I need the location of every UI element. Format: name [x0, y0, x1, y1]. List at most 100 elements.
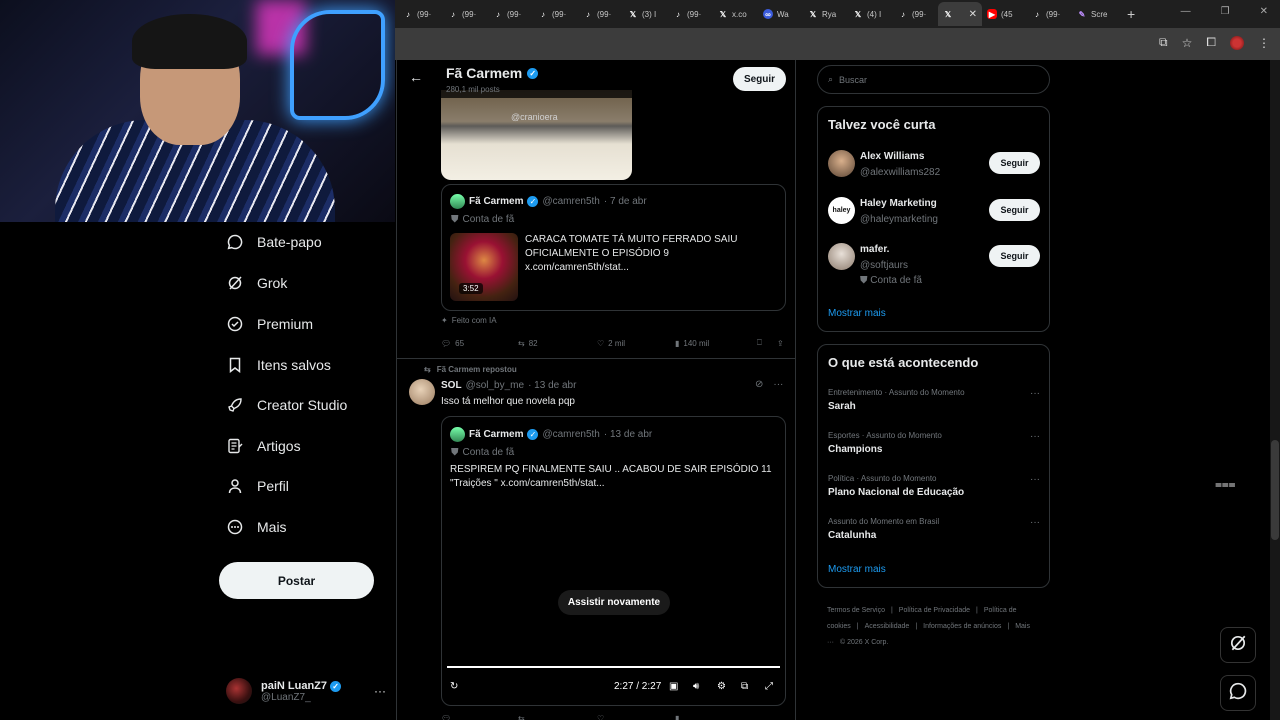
bookmark-button[interactable]: ⎕: [757, 338, 777, 348]
footer-link[interactable]: Informações de anúncios: [923, 623, 1001, 630]
browser-profile-avatar[interactable]: [1230, 35, 1244, 50]
rocket-icon: [227, 397, 243, 413]
grok-floating-button[interactable]: [1220, 627, 1256, 663]
nav-item-premium[interactable]: Premium: [227, 316, 313, 332]
account-switcher[interactable]: paiN LuanZ7 ✓ @LuanZ7_ ···: [226, 674, 386, 708]
repost-icon: ⇆: [424, 365, 431, 374]
reply-button[interactable]: 💬︎ 65: [441, 339, 518, 348]
reply-button[interactable]: 💬︎: [441, 714, 518, 720]
post-button[interactable]: Postar: [219, 562, 374, 599]
repost-button[interactable]: ⇆: [518, 714, 597, 720]
suggestion-name: mafer.: [860, 244, 890, 255]
fullscreen-icon[interactable]: ⤢: [765, 681, 773, 692]
account-menu-icon[interactable]: ···: [374, 684, 386, 698]
like-button[interactable]: ♡ 2 mil: [597, 339, 675, 348]
browser-tab[interactable]: ♪ (99·: [398, 2, 443, 26]
browser-tab[interactable]: 𝕏 (3) I: [623, 2, 668, 26]
post-menu-icon[interactable]: ···: [773, 379, 783, 390]
close-window-icon[interactable]: ✕: [1260, 6, 1268, 17]
suggestion-handle: @alexwilliams282: [860, 167, 941, 178]
trend-item[interactable]: Política · Assunto do Momento Plano Naci…: [828, 474, 1040, 498]
extension-icon[interactable]: ⩶: [1215, 477, 1236, 492]
show-more-link[interactable]: Mostrar mais: [828, 564, 886, 575]
messages-floating-button[interactable]: [1220, 675, 1256, 711]
avatar[interactable]: [409, 379, 435, 405]
follow-button[interactable]: Seguir: [989, 199, 1040, 221]
trend-item[interactable]: Esportes · Assunto do Momento Champions …: [828, 431, 1040, 455]
search-input[interactable]: ⌕ Buscar: [817, 65, 1050, 94]
suggestion-row[interactable]: Alex Williams @alexwilliams282 Seguir: [828, 150, 1040, 190]
nav-item-more[interactable]: Mais: [227, 519, 287, 535]
browser-tab[interactable]: ♪ (99·: [443, 2, 488, 26]
replay-icon[interactable]: ↻: [450, 681, 458, 692]
browser-menu-icon[interactable]: ⋮: [1258, 36, 1270, 50]
browser-tab[interactable]: ▶ (45: [982, 2, 1027, 26]
browser-tab[interactable]: ♪ (99·: [893, 2, 938, 26]
quote-header: Fã Carmem ✓ @camren5th · 7 de abr: [450, 194, 647, 209]
repost-button[interactable]: ⇆ 82: [518, 339, 597, 348]
nav-item-grok[interactable]: Grok: [227, 275, 287, 291]
repost-count: 82: [528, 338, 538, 348]
views-button[interactable]: ▮: [675, 714, 757, 720]
follow-button[interactable]: Seguir: [989, 245, 1040, 267]
bookmark-star-icon[interactable]: ☆: [1182, 36, 1193, 50]
browser-tab[interactable]: ✎ Scre: [1072, 2, 1117, 26]
trend-menu-icon[interactable]: ···: [1030, 474, 1040, 485]
trend-item[interactable]: Entretenimento · Assunto do Momento Sara…: [828, 388, 1040, 412]
footer-link[interactable]: Política de Privacidade: [899, 607, 970, 614]
quoted-post[interactable]: Fã Carmem ✓ @camren5th · 7 de abr ⛊ Conta…: [441, 184, 786, 311]
browser-tab[interactable]: ♪ (99·: [488, 2, 533, 26]
browser-tab[interactable]: ♪ (99·: [1027, 2, 1072, 26]
share-button[interactable]: ⇪: [777, 339, 784, 348]
close-tab-icon[interactable]: ✕: [969, 9, 977, 20]
nav-item-creator-studio[interactable]: Creator Studio: [227, 397, 347, 413]
follow-button[interactable]: Seguir: [733, 67, 786, 91]
browser-tab[interactable]: ♪ (99·: [533, 2, 578, 26]
trend-menu-icon[interactable]: ···: [1030, 388, 1040, 399]
like-button[interactable]: ♡: [597, 714, 675, 720]
maximize-icon[interactable]: ❐: [1221, 6, 1230, 17]
grok-icon[interactable]: ⊘: [755, 379, 763, 390]
quoted-video-post[interactable]: Fã Carmem ✓ @camren5th · 13 de abr ⛊ Cont…: [441, 416, 786, 706]
trend-menu-icon[interactable]: ···: [1030, 431, 1040, 442]
nav-item-chat[interactable]: Bate-papo: [227, 234, 322, 250]
page-scrollbar[interactable]: [1270, 60, 1280, 720]
post-image[interactable]: @cranioera: [441, 90, 632, 180]
suggestion-row[interactable]: haley Haley Marketing @haleymarketing Se…: [828, 197, 1040, 237]
volume-icon[interactable]: 🔊︎: [693, 681, 699, 692]
nav-item-articles[interactable]: Artigos: [227, 438, 301, 454]
footer-link[interactable]: Acessibilidade: [865, 623, 910, 630]
suggestion-row[interactable]: mafer. @softjaurs ⛊ Conta de fã Seguir: [828, 243, 1040, 286]
browser-tab[interactable]: 𝕏x.co: [713, 2, 758, 26]
scrollbar-thumb[interactable]: [1271, 440, 1279, 540]
extensions-icon[interactable]: ⧠: [1206, 35, 1216, 50]
video-progress-bar[interactable]: [447, 666, 780, 668]
footer-link[interactable]: Termos de Serviço: [827, 607, 885, 614]
show-more-link[interactable]: Mostrar mais: [828, 308, 886, 319]
minimize-icon[interactable]: —: [1181, 6, 1191, 17]
video-thumbnail[interactable]: 3:52: [450, 233, 518, 301]
cast-icon[interactable]: ⧉: [1159, 35, 1168, 50]
back-arrow-icon[interactable]: ←: [409, 69, 423, 85]
browser-tab[interactable]: 𝕏 (4) I: [848, 2, 893, 26]
views-button[interactable]: ▮ 140 mil: [675, 339, 757, 348]
trend-item[interactable]: Assunto do Momento em Brasil Catalunha ·…: [828, 517, 1040, 541]
browser-toolbar: ⧉ ☆ ⧠ ⋮: [395, 28, 1280, 60]
browser-tab[interactable]: ♪ (99·: [578, 2, 623, 26]
settings-gear-icon[interactable]: ⚙: [717, 681, 726, 692]
browser-tab[interactable]: ♪ (99·: [668, 2, 713, 26]
nav-item-profile[interactable]: Perfil: [227, 478, 289, 494]
captions-icon[interactable]: ▣: [669, 681, 678, 692]
chat-bubble-icon: [1229, 682, 1247, 705]
follow-button[interactable]: Seguir: [989, 152, 1040, 174]
replay-button[interactable]: Assistir novamente: [558, 590, 670, 615]
browser-tab[interactable]: 𝕏 Rya: [803, 2, 848, 26]
browser-tab[interactable]: 𝕏 ✕: [938, 2, 982, 26]
nav-item-bookmarks[interactable]: Itens salvos: [227, 357, 331, 373]
post-author[interactable]: SOL: [441, 380, 462, 391]
trend-menu-icon[interactable]: ···: [1030, 517, 1040, 528]
browser-tab[interactable]: ∞ Wa: [758, 2, 803, 26]
new-tab-button[interactable]: +: [1127, 6, 1135, 22]
footer-link[interactable]: © 2026 X Corp.: [840, 639, 888, 646]
pip-icon[interactable]: ⧉: [741, 681, 748, 692]
